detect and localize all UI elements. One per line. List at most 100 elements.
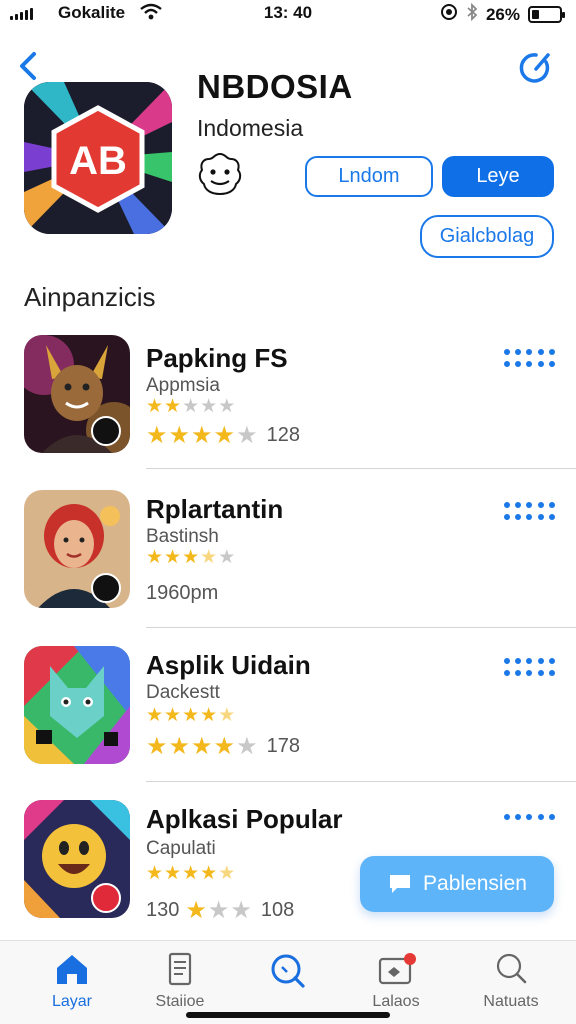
app-thumbnail — [24, 646, 130, 764]
star-icon: ★ — [200, 863, 219, 884]
app-meta-prefix: 130 — [146, 899, 180, 921]
app-category: Dackestt — [146, 682, 220, 703]
tab-natuats[interactable]: Natuats — [466, 951, 556, 1011]
chat-icon — [390, 875, 411, 893]
tab-label: Layar — [51, 993, 93, 1010]
review-count: 108 — [260, 899, 295, 921]
face-icon — [196, 150, 244, 198]
more-icon[interactable] — [504, 349, 556, 369]
list-item[interactable]: Papking FS Appmsia ★ ★ ★ ★ ★ ★★★★★ 128 — [0, 335, 576, 469]
divider — [146, 627, 576, 628]
app-meta: 1960pm — [146, 582, 219, 604]
star-icon: ★ — [146, 396, 165, 417]
small-rating: ★ ★ ★ ★ ★ — [146, 395, 236, 418]
big-rating: ★★★★★ — [146, 732, 259, 761]
tab-search[interactable] — [243, 951, 333, 997]
app-icon: AB — [24, 82, 172, 234]
app-thumbnail — [24, 800, 130, 918]
big-rating: ★★★ — [185, 896, 253, 925]
bluetooth-icon — [466, 2, 478, 26]
app-category: Appmsia — [146, 375, 220, 396]
app-thumbnail — [24, 490, 130, 608]
app-category: Bastinsh — [146, 526, 219, 547]
empty-star-icon: ★ — [182, 396, 201, 417]
star-icon: ★ — [164, 705, 183, 726]
back-button[interactable] — [14, 48, 44, 84]
wallet-badge-icon — [378, 953, 416, 985]
star-icon: ★ — [168, 733, 192, 760]
feedback-button[interactable]: Pablensien — [360, 856, 554, 912]
search-outline-icon — [496, 953, 527, 984]
battery-icon — [528, 6, 565, 23]
small-rating: ★ ★ ★ ★ ★ — [146, 862, 236, 885]
rating-row: ★★★★★ 178 — [146, 732, 300, 761]
more-icon[interactable] — [504, 658, 556, 678]
half-star-icon: ★ — [200, 547, 219, 568]
home-indicator — [186, 1012, 390, 1018]
app-name: Papking FS — [146, 343, 288, 373]
search-icon — [271, 954, 305, 988]
tab-label: Lalaos — [372, 993, 420, 1010]
more-icon[interactable] — [504, 814, 556, 822]
star-icon: ★ — [213, 733, 237, 760]
refresh-button[interactable] — [518, 50, 554, 86]
review-count: 128 — [266, 424, 300, 446]
star-icon: ★ — [191, 733, 214, 760]
app-name: Aplkasi Popular — [146, 804, 343, 834]
review-count: 178 — [266, 735, 300, 757]
app-subtitle: Indomesia — [197, 115, 304, 141]
empty-star-icon: ★ — [218, 396, 237, 417]
star-icon: ★ — [146, 547, 165, 568]
home-icon — [57, 955, 87, 984]
secondary-button[interactable]: Lndom — [305, 156, 433, 197]
divider — [146, 781, 576, 782]
location-icon — [440, 3, 458, 26]
star-icon: ★ — [182, 863, 201, 884]
extra-button[interactable]: Gialcbolag — [420, 215, 554, 258]
empty-star-icon: ★ — [236, 422, 259, 449]
list-item[interactable]: Asplik Uidain Dackestt ★ ★ ★ ★ ★ ★★★★★ 178 — [0, 644, 576, 782]
star-icon: ★ — [146, 422, 169, 449]
rating-row: ★★★★★ 128 — [146, 421, 300, 450]
star-icon: ★ — [182, 547, 201, 568]
star-icon: ★ — [185, 897, 208, 924]
app-thumbnail — [24, 335, 130, 453]
star-icon: ★ — [146, 733, 169, 760]
star-icon: ★ — [200, 705, 219, 726]
tab-label: Staiioe — [155, 993, 205, 1010]
star-icon: ★ — [164, 547, 183, 568]
star-icon: ★ — [164, 863, 183, 884]
list-item[interactable]: Rplartantin Bastinsh ★ ★ ★ ★ ★ 1960pm — [0, 488, 576, 628]
svg-text:AB: AB — [69, 139, 127, 183]
document-icon — [168, 952, 192, 986]
star-icon: ★ — [146, 705, 165, 726]
rating-row: 130 ★★★ 108 — [146, 896, 294, 925]
tab-label: Natuats — [483, 993, 539, 1010]
battery-percent: 26% — [485, 4, 520, 24]
feedback-label: Pablensien — [423, 872, 527, 895]
app-title: NBDOSIA — [197, 68, 353, 105]
star-icon: ★ — [191, 422, 214, 449]
empty-star-icon: ★ — [218, 547, 237, 568]
tab-staiioe[interactable]: Staiioe — [135, 951, 225, 1011]
more-icon[interactable] — [504, 502, 556, 522]
star-icon: ★ — [164, 396, 183, 417]
tab-layar[interactable]: Layar — [27, 951, 117, 1011]
star-icon: ★ — [168, 422, 192, 449]
app-name: Asplik Uidain — [146, 650, 311, 680]
half-star-icon: ★ — [218, 705, 237, 726]
big-rating: ★★★★★ — [146, 421, 259, 450]
chevron-left-icon — [20, 52, 36, 80]
tab-lalaos[interactable]: Lalaos — [351, 951, 441, 1011]
empty-star-icon: ★ — [236, 733, 259, 760]
empty-star-icon: ★ — [230, 897, 253, 924]
small-rating: ★ ★ ★ ★ ★ — [146, 704, 236, 727]
star-icon: ★ — [213, 422, 237, 449]
refresh-icon — [519, 53, 550, 83]
primary-button[interactable]: Leye — [442, 156, 554, 197]
star-icon: ★ — [182, 705, 201, 726]
half-star-icon: ★ — [218, 863, 237, 884]
section-title: Ainpanzicis — [24, 282, 156, 312]
small-rating: ★ ★ ★ ★ ★ — [146, 546, 236, 569]
app-category: Capulati — [146, 838, 216, 859]
